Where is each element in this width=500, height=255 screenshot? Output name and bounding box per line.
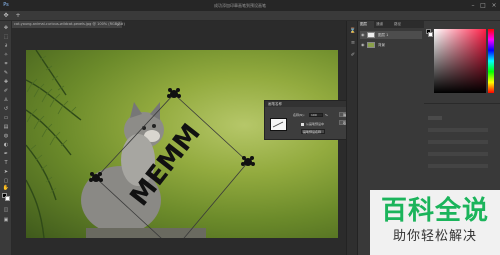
options-bar: ✥ + xyxy=(0,11,500,21)
hand-tool-icon[interactable]: ✋ xyxy=(2,185,10,192)
document-tab[interactable]: cat-young-animal-curious-wildcat-pexels.… xyxy=(12,21,125,28)
visibility-eye-icon[interactable]: ◉ xyxy=(361,41,365,49)
crop-tool-icon[interactable]: ⌗ xyxy=(2,61,10,68)
layer-name: 背景 xyxy=(378,43,385,47)
window-title: 成功添加印章画笔到预设画笔 xyxy=(214,3,266,8)
screen-mode-icon[interactable]: ▣ xyxy=(2,217,10,224)
option-checkbox[interactable] xyxy=(301,123,304,126)
close-window-icon[interactable]: × xyxy=(489,1,499,10)
app-logo-icon: Ps xyxy=(3,2,9,8)
lasso-tool-icon[interactable]: ∂ xyxy=(2,43,10,50)
brush-name-dialog: 画笔名称 × 名称(N): 100 % 从画笔预设中 画笔预设名称 确定 取消 xyxy=(264,100,356,140)
layers-panel-tabs: 图层 通道 路径 xyxy=(358,21,424,28)
tab-layers[interactable]: 图层 xyxy=(358,21,374,28)
color-background-swatch[interactable] xyxy=(428,32,433,37)
properties-control[interactable] xyxy=(428,164,488,168)
path-select-tool-icon[interactable]: ➤ xyxy=(2,169,10,176)
properties-control[interactable] xyxy=(428,128,488,132)
move-tool-option-icon[interactable]: ✥ xyxy=(2,12,10,20)
minimize-icon[interactable]: – xyxy=(468,1,478,10)
site-watermark: 百科全说 助你轻松解决 xyxy=(370,190,500,255)
brush-preview-stroke xyxy=(272,121,284,128)
magic-wand-tool-icon[interactable]: ✧ xyxy=(2,52,10,59)
layer-row[interactable]: ◉ 背景 xyxy=(360,41,422,49)
visibility-eye-icon[interactable]: ◉ xyxy=(361,31,365,39)
watermark-title: 百科全说 xyxy=(380,196,489,226)
tools-panel: ✥ ⬚ ∂ ✧ ⌗ ✎ ✚ ✐ ♙ ↺ ▭ ▤ ◍ ◐ ✒ T ➤ ▢ ✋ ◫ … xyxy=(0,21,12,255)
option-label: 从画笔预设中 xyxy=(306,122,325,126)
color-picker-field[interactable] xyxy=(434,29,486,93)
dialog-title: 画笔名称 xyxy=(268,102,282,106)
canvas-area[interactable]: MEMM 画笔名称 × 名称(N): 10 xyxy=(12,28,356,255)
pen-tool-icon[interactable]: ✒ xyxy=(2,151,10,158)
layer-row[interactable]: ◉ 图层 1 xyxy=(360,31,422,39)
properties-control[interactable] xyxy=(428,152,488,156)
dialog-header: 画笔名称 × xyxy=(265,101,355,107)
kitten-photo[interactable]: MEMM xyxy=(26,50,338,238)
brush-preview-thumbnail xyxy=(270,118,287,131)
eyedropper-tool-icon[interactable]: ✎ xyxy=(2,70,10,77)
photo-artwork: MEMM xyxy=(26,50,255,238)
document-tab-bar: cat-young-animal-curious-wildcat-pexels.… xyxy=(12,21,346,28)
name-field-label: 名称(N): xyxy=(293,113,305,117)
pine-branches xyxy=(26,50,82,238)
hue-slider[interactable] xyxy=(488,29,494,93)
gradient-tool-icon[interactable]: ▤ xyxy=(2,124,10,131)
document-tab-label: cat-young-animal-curious-wildcat-pexels.… xyxy=(14,22,125,26)
layer-thumbnail xyxy=(367,32,375,38)
unit-label: % xyxy=(325,113,328,117)
title-bar: Ps 成功添加印章画笔到预设画笔 – □ × xyxy=(0,0,500,11)
history-brush-tool-icon[interactable]: ↺ xyxy=(2,106,10,113)
name-input[interactable]: 100 xyxy=(309,113,323,117)
maximize-icon[interactable]: □ xyxy=(478,1,488,10)
pine-needles xyxy=(26,55,77,194)
color-panel xyxy=(424,21,500,103)
photoshop-window: Ps 成功添加印章画笔到预设画笔 – □ × ✥ + ✥ ⬚ ∂ ✧ ⌗ ✎ ✚… xyxy=(0,0,500,255)
eraser-tool-icon[interactable]: ▭ xyxy=(2,115,10,122)
properties-control[interactable] xyxy=(428,116,442,120)
history-panel-icon[interactable]: ⌛ xyxy=(349,27,357,35)
dodge-tool-icon[interactable]: ◐ xyxy=(2,142,10,149)
stamp-tool-icon[interactable]: ♙ xyxy=(2,97,10,104)
tab-close-icon[interactable]: × xyxy=(117,21,120,28)
layer-name: 图层 1 xyxy=(378,33,389,37)
brush-panel-icon[interactable]: ✐ xyxy=(349,51,357,59)
tab-paths[interactable]: 路径 xyxy=(394,21,410,28)
layer-thumbnail xyxy=(367,42,375,48)
brush-tool-icon[interactable]: ✐ xyxy=(2,88,10,95)
move-tool-icon[interactable]: ✥ xyxy=(2,25,10,32)
preset-select[interactable]: 画笔预设名称 xyxy=(301,129,325,134)
tab-channels[interactable]: 通道 xyxy=(376,21,392,28)
panel-dock: ⌛ ≡ ✐ xyxy=(346,21,358,255)
marquee-tool-icon[interactable]: ⬚ xyxy=(2,34,10,41)
properties-panel-icon[interactable]: ≡ xyxy=(349,39,357,47)
background-color-swatch[interactable] xyxy=(5,196,10,201)
blur-tool-icon[interactable]: ◍ xyxy=(2,133,10,140)
type-tool-icon[interactable]: T xyxy=(2,160,10,167)
properties-control[interactable] xyxy=(428,140,488,144)
healing-tool-icon[interactable]: ✚ xyxy=(2,79,10,86)
shape-tool-icon[interactable]: ▢ xyxy=(2,178,10,185)
quick-mask-icon[interactable]: ◫ xyxy=(2,207,10,214)
watermark-subtitle: 助你轻松解决 xyxy=(392,229,477,244)
add-icon[interactable]: + xyxy=(14,12,22,20)
